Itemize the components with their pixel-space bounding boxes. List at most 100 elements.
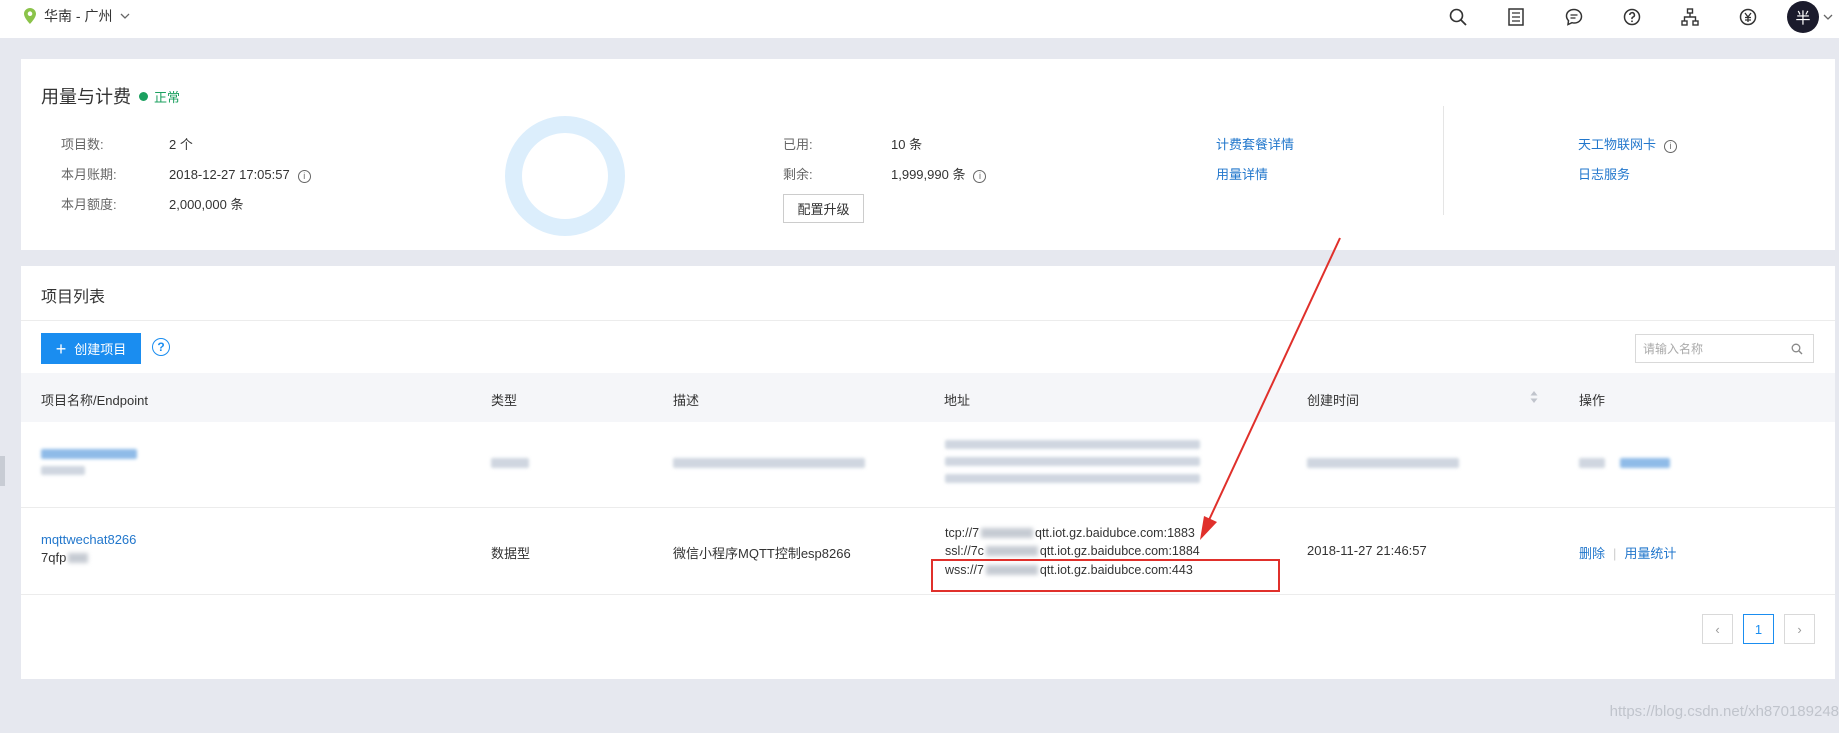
project-search [1635,334,1814,363]
table-header: 项目名称/Endpoint 类型 描述 地址 创建时间 操作 [21,373,1835,422]
document-list-icon[interactable] [1487,2,1545,32]
project-name-link[interactable]: mqttwechat8266 [41,532,136,547]
region-label: 华南 - 广州 [44,8,113,24]
project-created: 2018-11-27 21:46:57 [1307,543,1427,558]
top-toolbar: 半 [1429,0,1839,34]
redacted-description [673,458,865,468]
monthly-quota: 本月额度: 2,000,000 条 [61,194,243,213]
address-tcp: tcp://7 qtt.iot.gz.baidubce.com:1883 [945,526,1195,540]
billing-detail-link[interactable]: 计费套餐详情 [1216,134,1294,153]
sim-card-link[interactable]: 天工物联网卡 [1578,137,1656,152]
usage-billing-card: 用量与计费 正常 项目数: 2 个 本月账期: 2018-12-27 17:05:5… [21,59,1835,250]
watermark: https://blog.csdn.net/xh870189248 [1609,703,1839,720]
pagination-prev[interactable]: ‹ [1702,614,1733,644]
create-project-label: 创建项目 [74,342,127,357]
log-service-link[interactable]: 日志服务 [1578,164,1630,183]
divider [21,320,1835,321]
info-icon[interactable]: i [1664,140,1678,153]
redacted-chunk [68,553,89,563]
billing-period: 本月账期: 2018-12-27 17:05:57 i [61,164,311,183]
chevron-down-icon[interactable] [1823,13,1833,21]
separator: | [1613,546,1617,561]
redacted-endpoint [41,466,85,475]
remaining-label: 剩余: [783,167,813,182]
address-ssl: ssl://7c qtt.iot.gz.baidubce.com:1884 [945,544,1200,558]
status-dot [139,92,148,101]
project-description: 微信小程序MQTT控制esp8266 [673,546,851,561]
project-list-title: 项目列表 [41,289,106,306]
status-text: 正常 [154,90,181,105]
status-badge: 正常 [139,87,180,106]
sort-icon[interactable] [1529,390,1539,404]
scroll-marker [0,456,5,486]
column-header-type: 类型 [491,393,518,408]
message-icon[interactable] [1545,2,1603,32]
endpoint-text: 7qfp [41,550,67,565]
project-type: 数据型 [491,546,531,561]
used-value: 10 条 [891,137,923,152]
location-pin-icon [24,8,36,24]
avatar[interactable]: 半 [1787,1,1819,33]
search-icon[interactable] [1791,343,1803,355]
redacted-action[interactable] [1620,458,1670,468]
usage-detail-link[interactable]: 用量详情 [1216,164,1268,183]
remaining-value: 1,999,990 条 [891,167,966,182]
address-ssl-prefix: ssl://7c [945,544,984,558]
redacted-type [491,458,529,468]
redacted-action[interactable] [1579,458,1605,468]
column-header-address: 地址 [944,393,971,408]
redacted-name-link[interactable] [41,449,137,459]
plus-icon: + [55,338,67,359]
chevron-down-icon [120,13,130,19]
redacted-address [945,440,1200,449]
sim-card-row: 天工物联网卡 i [1578,134,1678,153]
column-header-actions: 操作 [1579,393,1606,408]
column-header-name: 项目名称/Endpoint [41,393,148,408]
help-icon[interactable]: ? [152,338,170,356]
currency-icon[interactable] [1719,2,1777,32]
column-header-created: 创建时间 [1307,393,1360,408]
table-row [21,422,1835,508]
billing-period-value: 2018-12-27 17:05:57 [169,167,290,182]
redacted-chunk [981,528,1034,538]
usage-title: 用量与计费 [41,87,131,107]
divider [1443,106,1444,215]
sitemap-icon[interactable] [1661,2,1719,32]
region-selector[interactable]: 华南 - 广州 [24,6,130,26]
billing-period-label: 本月账期: [61,167,117,182]
usage-donut-chart [505,116,625,236]
pagination-next[interactable]: › [1784,614,1815,644]
project-count-value: 2 个 [169,137,193,152]
address-ssl-suffix: qtt.iot.gz.baidubce.com:1884 [1039,544,1200,558]
used-label: 已用: [783,137,813,152]
project-count-label: 项目数: [61,137,104,152]
create-project-button[interactable]: + 创建项目 [41,333,141,364]
project-list-card: 项目列表 + 创建项目 ? 项目名称/Endpoint 类型 描述 地址 创建时… [21,266,1835,679]
delete-link[interactable]: 删除 [1579,546,1605,561]
search-icon[interactable] [1429,2,1487,32]
quota-label: 本月额度: [61,197,117,212]
used-amount: 已用: 10 条 [783,134,922,153]
pagination-page[interactable]: 1 [1743,614,1774,644]
usage-stats-link[interactable]: 用量统计 [1624,546,1676,561]
upgrade-button[interactable]: 配置升级 [783,194,864,223]
remaining-amount: 剩余: 1,999,990 条 i [783,164,987,183]
quota-value: 2,000,000 条 [169,197,244,212]
column-header-description: 描述 [673,393,700,408]
redacted-address [945,474,1200,483]
address-tcp-suffix: qtt.iot.gz.baidubce.com:1883 [1035,526,1195,540]
info-icon[interactable]: i [973,170,987,183]
redacted-address [945,457,1200,466]
top-bar: 华南 - 广州 半 [0,0,1839,38]
row-actions: 删除 | 用量统计 [1579,543,1676,562]
search-input[interactable] [1636,335,1776,362]
table-row: mqttwechat8266 7qfp 数据型 微信小程序MQTT控制esp82… [21,509,1835,595]
info-icon[interactable]: i [297,170,311,183]
redacted-chunk [985,546,1038,556]
address-tcp-prefix: tcp://7 [945,526,980,540]
project-count: 项目数: 2 个 [61,134,193,153]
project-endpoint: 7qfp [41,550,90,565]
redacted-created [1307,458,1459,468]
highlight-box [931,559,1280,592]
help-icon[interactable] [1603,2,1661,32]
